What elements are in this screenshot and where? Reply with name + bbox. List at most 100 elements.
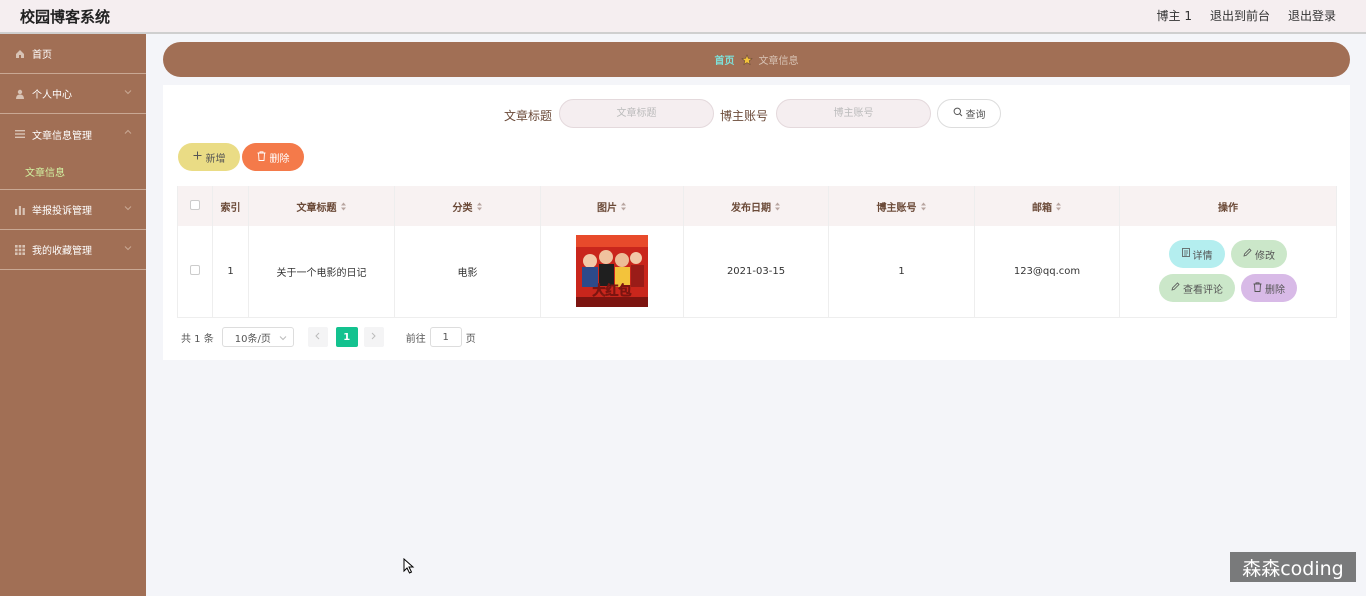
sidebar-item-label: 举报投诉管理 bbox=[32, 206, 92, 217]
breadcrumb-home-link[interactable]: 首页 bbox=[715, 52, 735, 67]
breadcrumb: 首页 文章信息 bbox=[163, 42, 1350, 77]
sidebar-item-article-management[interactable]: 文章信息管理 bbox=[0, 114, 146, 154]
search-bar: 文章标题 文章标题 博主账号 博主账号 查询 bbox=[163, 99, 1350, 129]
main-panel: 文章标题 文章标题 博主账号 博主账号 查询 新增 删除 索引 文章标题 分类 … bbox=[163, 85, 1350, 360]
chart-icon bbox=[14, 204, 26, 216]
top-bar-actions: 博主 1 退出到前台 退出登录 bbox=[1157, 7, 1336, 24]
page-size-value: 10条/页 bbox=[234, 333, 271, 345]
row-actions-bottom: 查看评论 删除 bbox=[1159, 274, 1297, 303]
batch-delete-button[interactable]: 删除 bbox=[242, 143, 304, 171]
header-email[interactable]: 邮箱 bbox=[974, 186, 1120, 226]
watermark: 森森coding bbox=[1230, 552, 1356, 582]
trash-icon bbox=[1253, 282, 1262, 295]
query-button[interactable]: 查询 bbox=[937, 99, 1001, 128]
mouse-cursor-icon bbox=[403, 557, 415, 577]
chevron-left-icon bbox=[314, 332, 321, 343]
next-page-button[interactable] bbox=[363, 327, 384, 347]
page-number-current[interactable]: 1 bbox=[335, 327, 358, 347]
sidebar-item-home[interactable]: 首页 bbox=[0, 34, 146, 74]
query-button-label: 查询 bbox=[965, 110, 986, 121]
document-icon bbox=[1181, 248, 1190, 260]
row-checkbox[interactable] bbox=[190, 264, 200, 275]
select-all-cell bbox=[177, 186, 213, 226]
view-comments-label: 查看评论 bbox=[1183, 284, 1223, 296]
sidebar-item-label: 文章信息管理 bbox=[32, 130, 92, 142]
sort-icon bbox=[1055, 202, 1062, 214]
list-icon bbox=[14, 128, 26, 140]
sidebar-item-personal-center[interactable]: 个人中心 bbox=[0, 74, 146, 114]
star-icon bbox=[740, 53, 753, 66]
sidebar-item-label: 首页 bbox=[32, 50, 52, 61]
search-icon bbox=[953, 107, 963, 120]
table-row: 1 关于一个电影的日记 电影 大红包 2021-03-15 1 123@qq.c… bbox=[177, 226, 1337, 318]
title-search-input[interactable]: 文章标题 bbox=[559, 99, 714, 128]
cell-email: 123@qq.com bbox=[974, 226, 1120, 318]
row-actions: 详情 修改 查看评论 删除 bbox=[1120, 240, 1336, 303]
row-delete-button[interactable]: 删除 bbox=[1241, 274, 1297, 303]
header-category[interactable]: 分类 bbox=[394, 186, 541, 226]
chevron-down-icon bbox=[279, 334, 287, 345]
header-title[interactable]: 文章标题 bbox=[248, 186, 395, 226]
chevron-up-icon bbox=[124, 128, 132, 136]
header-title-label: 文章标题 bbox=[296, 202, 337, 214]
sidebar-subitem-article-info[interactable]: 文章信息 bbox=[0, 154, 146, 190]
account-search-input[interactable]: 博主账号 bbox=[776, 99, 931, 128]
sort-icon bbox=[774, 202, 781, 214]
chevron-right-icon bbox=[370, 332, 377, 343]
trash-icon bbox=[257, 150, 266, 164]
sidebar: 首页 个人中心 文章信息管理 文章信息 举报投诉管理 我的收藏管理 bbox=[0, 34, 146, 596]
header-category-label: 分类 bbox=[452, 202, 473, 214]
header-image-label: 图片 bbox=[597, 202, 617, 214]
page-unit-label: 页 bbox=[465, 333, 476, 345]
chevron-down-icon bbox=[124, 244, 132, 252]
plus-icon bbox=[193, 151, 202, 163]
header-index: 索引 bbox=[212, 186, 249, 226]
goto-page-input[interactable]: 1 bbox=[429, 327, 462, 347]
cell-title: 关于一个电影的日记 bbox=[248, 226, 395, 318]
header-account[interactable]: 博主账号 bbox=[828, 186, 975, 226]
home-icon bbox=[14, 48, 26, 60]
edit-icon bbox=[1171, 282, 1180, 294]
account-search-label: 博主账号 bbox=[720, 109, 769, 123]
header-date-label: 发布日期 bbox=[731, 202, 771, 214]
sidebar-item-favorites-management[interactable]: 我的收藏管理 bbox=[0, 230, 146, 270]
sidebar-item-label: 个人中心 bbox=[32, 90, 72, 101]
sort-icon bbox=[920, 202, 927, 214]
view-comments-button[interactable]: 查看评论 bbox=[1159, 274, 1235, 303]
row-delete-label: 删除 bbox=[1265, 284, 1285, 296]
prev-page-button[interactable] bbox=[307, 327, 328, 347]
user-icon bbox=[14, 88, 26, 100]
chevron-down-icon bbox=[124, 88, 132, 96]
grid-icon bbox=[14, 244, 26, 256]
cell-account: 1 bbox=[828, 226, 975, 318]
poster-title-text: 大红包 bbox=[592, 283, 631, 299]
header-image[interactable]: 图片 bbox=[540, 186, 684, 226]
edit-button-label: 修改 bbox=[1255, 250, 1275, 262]
page-size-select[interactable]: 10条/页 bbox=[221, 327, 294, 347]
edit-icon bbox=[1243, 248, 1252, 260]
chevron-down-icon bbox=[124, 204, 132, 212]
logout-link[interactable]: 退出登录 bbox=[1288, 7, 1336, 24]
back-to-front-link[interactable]: 退出到前台 bbox=[1210, 7, 1270, 24]
header-actions: 操作 bbox=[1119, 186, 1337, 226]
select-all-checkbox[interactable] bbox=[190, 199, 200, 210]
edit-button[interactable]: 修改 bbox=[1231, 240, 1287, 269]
add-button[interactable]: 新增 bbox=[178, 143, 240, 171]
cell-actions: 详情 修改 查看评论 删除 bbox=[1119, 226, 1337, 318]
pagination: 共 1 条 10条/页 1 前往 1 页 bbox=[181, 327, 476, 347]
cell-category: 电影 bbox=[394, 226, 541, 318]
breadcrumb-current: 文章信息 bbox=[758, 56, 799, 67]
table-header-row: 索引 文章标题 分类 图片 发布日期 博主账号 邮箱 操作 bbox=[177, 186, 1337, 226]
poster-image[interactable]: 大红包 bbox=[576, 235, 648, 308]
goto-label: 前往 bbox=[405, 333, 426, 345]
header-email-label: 邮箱 bbox=[1032, 202, 1052, 214]
header-date[interactable]: 发布日期 bbox=[683, 186, 829, 226]
sidebar-item-report-management[interactable]: 举报投诉管理 bbox=[0, 190, 146, 230]
detail-button[interactable]: 详情 bbox=[1169, 240, 1225, 269]
row-select-cell bbox=[177, 226, 213, 318]
cell-index: 1 bbox=[212, 226, 249, 318]
pagination-total: 共 1 条 bbox=[181, 333, 214, 345]
user-name[interactable]: 博主 1 bbox=[1157, 7, 1192, 24]
add-button-label: 新增 bbox=[205, 153, 226, 165]
sidebar-item-label: 我的收藏管理 bbox=[32, 246, 92, 257]
